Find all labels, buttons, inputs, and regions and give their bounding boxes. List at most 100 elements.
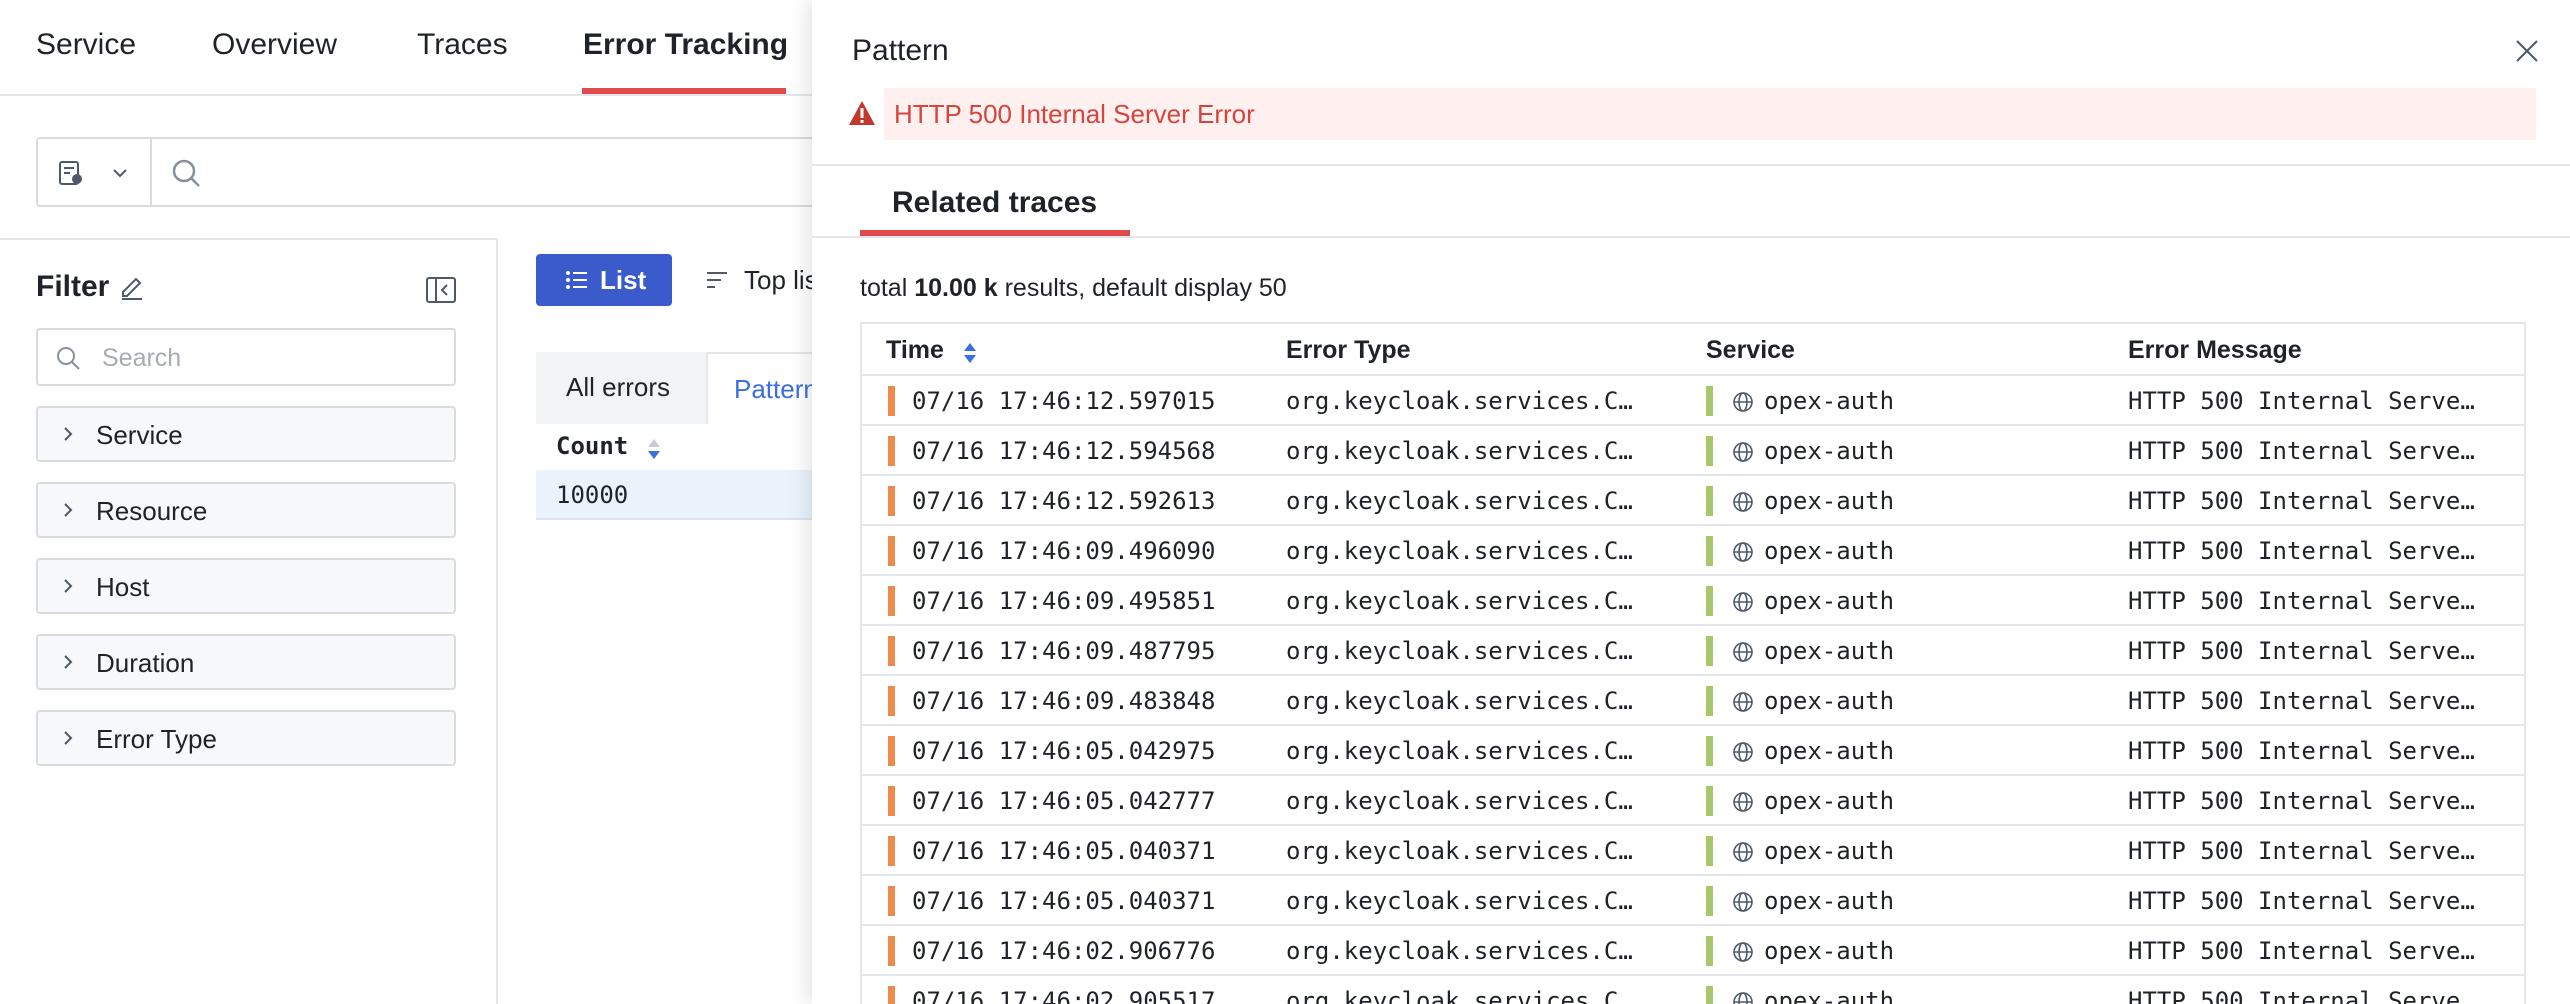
cell-time: 07/16 17:46:12.592613	[912, 487, 1216, 515]
cell-service[interactable]: opex-auth	[1764, 887, 2104, 915]
cell-error-message: HTTP 500 Internal Serve…	[2128, 387, 2475, 415]
filter-title: Filter	[36, 270, 110, 303]
tab-service[interactable]: Service	[36, 28, 136, 62]
cell-error-type: org.keycloak.services.C…	[1286, 537, 1633, 565]
cell-service[interactable]: opex-auth	[1764, 837, 2104, 865]
cell-error-message: HTTP 500 Internal Serve…	[2128, 637, 2475, 665]
drawer-title: Pattern	[852, 34, 949, 67]
table-row[interactable]: 10000	[536, 470, 836, 520]
table-row[interactable]: 07/16 17:46:12.594568 org.keycloak.servic…	[862, 426, 2524, 476]
chevron-down-icon	[113, 169, 127, 178]
cell-error-message: HTTP 500 Internal Serve…	[2128, 987, 2475, 1004]
tab-overview[interactable]: Overview	[212, 28, 337, 62]
service-color-bar	[1706, 686, 1713, 716]
table-row[interactable]: 07/16 17:46:09.487795 org.keycloak.servic…	[862, 626, 2524, 676]
cell-time: 07/16 17:46:12.597015	[912, 387, 1216, 415]
cell-service[interactable]: opex-auth	[1764, 587, 2104, 615]
cell-service[interactable]: opex-auth	[1764, 687, 2104, 715]
tab-error-tracking[interactable]: Error Tracking	[583, 28, 788, 62]
status-bar	[888, 486, 895, 516]
cell-service[interactable]: opex-auth	[1764, 387, 2104, 415]
chevron-right-icon	[64, 655, 73, 669]
sort-lines-icon	[707, 272, 727, 288]
query-search-bar[interactable]	[36, 137, 836, 207]
facet-host[interactable]: Host	[36, 558, 456, 614]
cell-service[interactable]: opex-auth	[1764, 637, 2104, 665]
table-row[interactable]: 07/16 17:46:05.040371 org.keycloak.servic…	[862, 876, 2524, 926]
service-color-bar	[1706, 986, 1713, 1004]
cell-service[interactable]: opex-auth	[1764, 487, 2104, 515]
query-type-selector[interactable]	[38, 139, 152, 205]
sort-icon[interactable]	[962, 342, 978, 364]
facet-error-type[interactable]: Error Type	[36, 710, 456, 766]
filter-search-placeholder: Search	[102, 344, 182, 372]
service-color-bar	[1706, 736, 1713, 766]
status-bar	[888, 836, 895, 866]
globe-icon	[1733, 942, 1753, 962]
column-header-service: Service	[1706, 336, 1795, 364]
cell-service[interactable]: opex-auth	[1764, 737, 2104, 765]
edit-icon[interactable]	[118, 272, 146, 300]
cell-error-type: org.keycloak.services.C…	[1286, 837, 1633, 865]
service-color-bar	[1706, 536, 1713, 566]
document-icon	[59, 161, 82, 185]
table-row[interactable]: 07/16 17:46:09.496090 org.keycloak.servic…	[862, 526, 2524, 576]
list-icon	[566, 271, 587, 289]
cell-error-message: HTTP 500 Internal Serve…	[2128, 887, 2475, 915]
filter-search-input[interactable]: Search	[36, 328, 456, 386]
status-bar	[888, 636, 895, 666]
table-row[interactable]: 07/16 17:46:02.906776 org.keycloak.servic…	[862, 926, 2524, 976]
cell-error-message: HTTP 500 Internal Serve…	[2128, 537, 2475, 565]
cell-service[interactable]: opex-auth	[1764, 787, 2104, 815]
tab-all-errors[interactable]: All errors	[536, 352, 706, 424]
cell-service[interactable]: opex-auth	[1764, 537, 2104, 565]
chevron-right-icon	[64, 731, 73, 745]
facet-label: Duration	[96, 648, 195, 678]
tab-related-traces[interactable]: Related traces	[892, 186, 1097, 220]
table-row[interactable]: 07/16 17:46:02.905517 org.keycloak.servic…	[862, 976, 2524, 1004]
facet-service[interactable]: Service	[36, 406, 456, 462]
table-row[interactable]: 07/16 17:46:09.495851 org.keycloak.servic…	[862, 576, 2524, 626]
tab-traces[interactable]: Traces	[417, 28, 508, 62]
globe-icon	[1733, 992, 1753, 1004]
cell-error-message: HTTP 500 Internal Serve…	[2128, 787, 2475, 815]
cell-error-type: org.keycloak.services.C…	[1286, 587, 1633, 615]
table-row[interactable]: 07/16 17:46:12.592613 org.keycloak.servic…	[862, 476, 2524, 526]
count-header-label: Count	[556, 432, 629, 460]
globe-icon	[1733, 542, 1753, 562]
cell-service[interactable]: opex-auth	[1764, 987, 2104, 1004]
list-view-button[interactable]: List	[536, 254, 672, 306]
filter-panel: Filter Search Service Resource Host Dura…	[0, 238, 498, 1004]
error-banner: HTTP 500 Internal Server Error	[848, 88, 2536, 140]
facet-duration[interactable]: Duration	[36, 634, 456, 690]
chevron-right-icon	[64, 503, 73, 517]
status-bar	[888, 736, 895, 766]
cell-service[interactable]: opex-auth	[1764, 437, 2104, 465]
column-header-time[interactable]: Time	[886, 336, 944, 365]
status-bar	[888, 586, 895, 616]
error-message-box: HTTP 500 Internal Server Error	[884, 88, 2536, 140]
status-bar	[888, 686, 895, 716]
cell-error-message: HTTP 500 Internal Serve…	[2128, 837, 2475, 865]
service-color-bar	[1706, 886, 1713, 916]
table-row[interactable]: 07/16 17:46:05.040371 org.keycloak.servic…	[862, 826, 2524, 876]
cell-service[interactable]: opex-auth	[1764, 937, 2104, 965]
close-icon[interactable]	[2514, 38, 2540, 64]
column-header-error-message: Error Message	[2128, 336, 2302, 364]
collapse-sidebar-icon[interactable]	[425, 276, 457, 304]
cell-error-message: HTTP 500 Internal Serve…	[2128, 437, 2475, 465]
cell-error-message: HTTP 500 Internal Serve…	[2128, 687, 2475, 715]
facet-resource[interactable]: Resource	[36, 482, 456, 538]
facet-label: Resource	[96, 496, 208, 526]
summary-count: 10.00 k	[914, 274, 998, 302]
table-row[interactable]: 07/16 17:46:12.597015 org.keycloak.servic…	[862, 376, 2524, 426]
table-row[interactable]: 07/16 17:46:05.042975 org.keycloak.servic…	[862, 726, 2524, 776]
table-header: Time Error Type Service Error Message	[862, 324, 2524, 376]
count-column-header[interactable]: Count	[536, 424, 836, 470]
facet-label: Service	[96, 420, 183, 450]
table-row[interactable]: 07/16 17:46:09.483848 org.keycloak.servic…	[862, 676, 2524, 726]
divider	[812, 164, 2570, 166]
table-row[interactable]: 07/16 17:46:05.042777 org.keycloak.servic…	[862, 776, 2524, 826]
summary-suffix: results, default display 50	[1004, 274, 1287, 302]
column-header-error-type: Error Type	[1286, 336, 1411, 364]
